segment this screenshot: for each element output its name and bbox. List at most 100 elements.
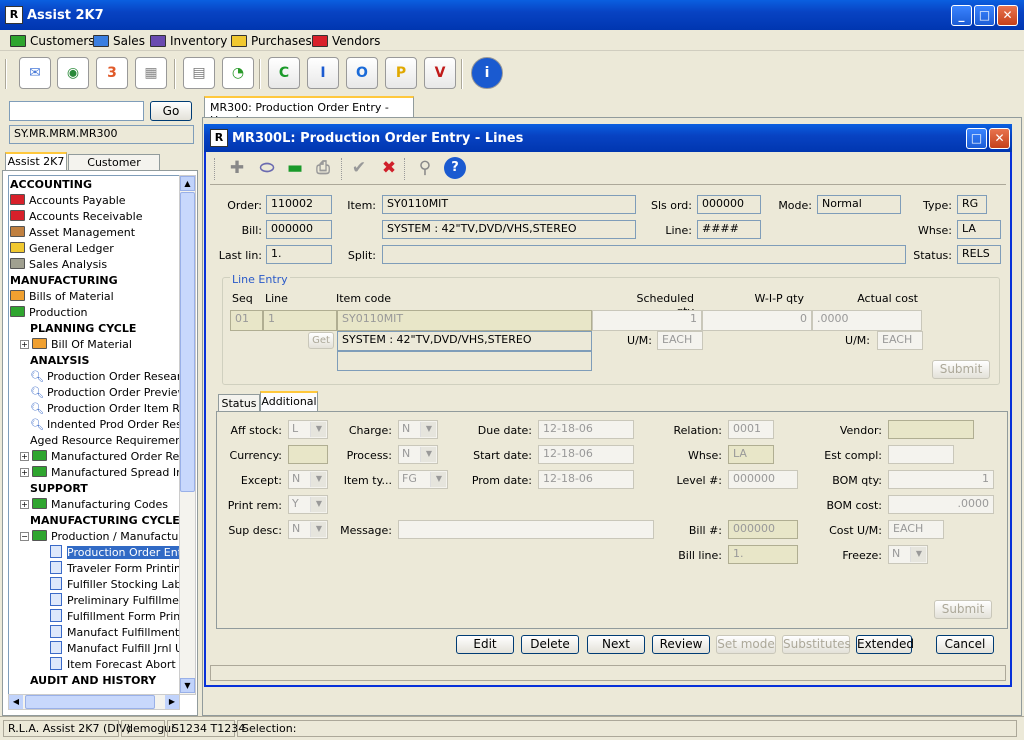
tree-item[interactable]: Traveler Form Printing [50,561,179,577]
tree-horizontal-scrollbar[interactable]: ◀ ▶ [8,694,180,710]
scroll-left-arrow-icon[interactable]: ◀ [9,695,23,709]
scroll-down-arrow-icon[interactable]: ▼ [180,678,195,693]
v-folder-icon[interactable]: V [424,57,456,89]
menu-purchases[interactable]: Purchases [231,32,312,49]
envelope-icon[interactable]: ✉ [19,57,51,89]
i-folder-icon[interactable]: I [307,57,339,89]
p-folder-icon[interactable]: P [385,57,417,89]
process-select[interactable]: N ▼ [398,445,438,464]
tree-item[interactable]: + Manufactured Spread Inqu [20,465,179,481]
c-folder-icon[interactable]: C [268,57,300,89]
tab-production-order-header[interactable]: MR300: Production Order Entry - Header [204,96,414,127]
set-mode-button[interactable]: Set mode [716,635,776,654]
tree-item[interactable]: Asset Management [10,225,135,241]
tree-vertical-scrollbar[interactable]: ▲ ▼ [179,175,196,695]
line-submit-button[interactable]: Submit [932,360,990,379]
menu-customers[interactable]: Customers [10,32,95,49]
tab-status[interactable]: Status [218,394,260,412]
sales-order-field[interactable]: 000000 [697,195,761,214]
tree-item[interactable]: Fulfiller Stocking Labels [50,577,179,593]
tree-item[interactable]: Accounts Payable [10,193,126,209]
calculator-icon[interactable]: ▦ [135,57,167,89]
substitutes-button[interactable]: Substitutes [782,635,851,654]
freeze-select[interactable]: N ▼ [888,545,928,564]
help-icon[interactable]: ? [444,157,466,179]
scroll-thumb[interactable] [180,192,195,492]
item-field[interactable]: SY0110MIT [382,195,636,214]
document-icon[interactable]: ▤ [183,57,215,89]
cancel-button[interactable]: Cancel [936,635,994,654]
tree-item[interactable]: Manufact Fulfillment Jo [50,625,179,641]
go-button[interactable]: Go [150,101,192,121]
collapse-icon[interactable]: − [20,532,29,541]
delete-button[interactable]: Delete [521,635,579,654]
info-icon[interactable]: i [471,57,503,89]
split-field[interactable] [382,245,906,264]
tree-item[interactable]: Fulfillment Form Printin [50,609,179,625]
last-line-field[interactable]: 1. [266,245,332,264]
scroll-up-arrow-icon[interactable]: ▲ [180,176,195,191]
chart-icon[interactable]: ◔ [222,57,254,89]
extended-button[interactable]: Extended [856,635,914,654]
tree-item[interactable]: 🔍︎ Production Order Research [30,369,179,385]
tree-item[interactable]: Preliminary Fulfillment F [50,593,179,609]
checkmark-icon[interactable]: ✔ [348,157,370,179]
print-rem-select[interactable]: Y ▼ [288,495,328,514]
charge-select[interactable]: N ▼ [398,420,438,439]
est-compl-field[interactable] [888,445,954,464]
message-field[interactable] [398,520,654,539]
expand-icon[interactable]: + [20,468,29,477]
window-maximize-button[interactable]: □ [966,128,987,149]
tree-item[interactable]: Accounts Receivable [10,209,143,225]
menu-search-input[interactable] [9,101,144,121]
tree-item[interactable]: 🔍︎ Indented Prod Order Rese [30,417,179,433]
get-button[interactable]: Get [308,332,334,349]
tree-item[interactable]: Manufact Fulfill Jrnl Up [50,641,179,657]
tree-item[interactable]: Aged Resource Requirements [30,433,179,449]
minimize-button[interactable]: _ [951,5,972,26]
bill-field[interactable]: 000000 [266,220,332,239]
menu-sales[interactable]: Sales [93,32,145,49]
tab-assist-2k7[interactable]: Assist 2K7 [5,152,67,171]
battery-icon[interactable]: ▬ [284,157,306,179]
tree-item[interactable]: + Manufacturing Codes [20,497,168,513]
sup-desc-select[interactable]: N ▼ [288,520,328,539]
eraser-icon[interactable]: ⬭ [256,157,278,179]
edit-button[interactable]: Edit [456,635,514,654]
menu-vendors[interactable]: Vendors [312,32,380,49]
o-folder-icon[interactable]: O [346,57,378,89]
start-date-field[interactable]: 12-18-06 [538,445,634,464]
maximize-button[interactable]: □ [974,5,995,26]
due-date-field[interactable]: 12-18-06 [538,420,634,439]
tab-customer-service[interactable]: Customer Service [68,154,160,184]
tree-item[interactable]: Sales Analysis [10,257,107,273]
magnifier-icon[interactable]: ⚲ [414,157,436,179]
additional-submit-button[interactable]: Submit [934,600,992,619]
expand-icon[interactable]: + [20,340,29,349]
window-close-button[interactable]: ✕ [989,128,1010,149]
next-button[interactable]: Next [587,635,645,654]
tree-item[interactable]: + Manufactured Order Resea [20,449,179,465]
globe-icon[interactable]: ◉ [57,57,89,89]
printer-icon[interactable]: ⎙ [312,157,334,179]
tree-item[interactable]: Item Forecast Abort [50,657,176,673]
h-scroll-thumb[interactable] [25,695,155,709]
tab-additional[interactable]: Additional [260,391,318,412]
warehouse-field[interactable]: LA [957,220,1001,239]
add-icon[interactable]: ✚ [226,157,248,179]
item-type-select[interactable]: FG ▼ [398,470,448,489]
cancel-x-icon[interactable]: ✖ [378,157,400,179]
tree-item[interactable]: − Production / Manufacturing [20,529,179,545]
tree-item[interactable]: Production [10,305,88,321]
except-select[interactable]: N ▼ [288,470,328,489]
aff-stock-select[interactable]: L ▼ [288,420,328,439]
review-button[interactable]: Review [652,635,710,654]
calendar-icon[interactable]: 3 [96,57,128,89]
tree-item[interactable]: 🔍︎ Production Order Preview [30,385,179,401]
close-button[interactable]: ✕ [997,5,1018,26]
scroll-right-arrow-icon[interactable]: ▶ [165,695,179,709]
order-field[interactable]: 110002 [266,195,332,214]
expand-icon[interactable]: + [20,500,29,509]
prom-date-field[interactable]: 12-18-06 [538,470,634,489]
tree-item[interactable]: 🔍︎ Production Order Item Res [30,401,179,417]
